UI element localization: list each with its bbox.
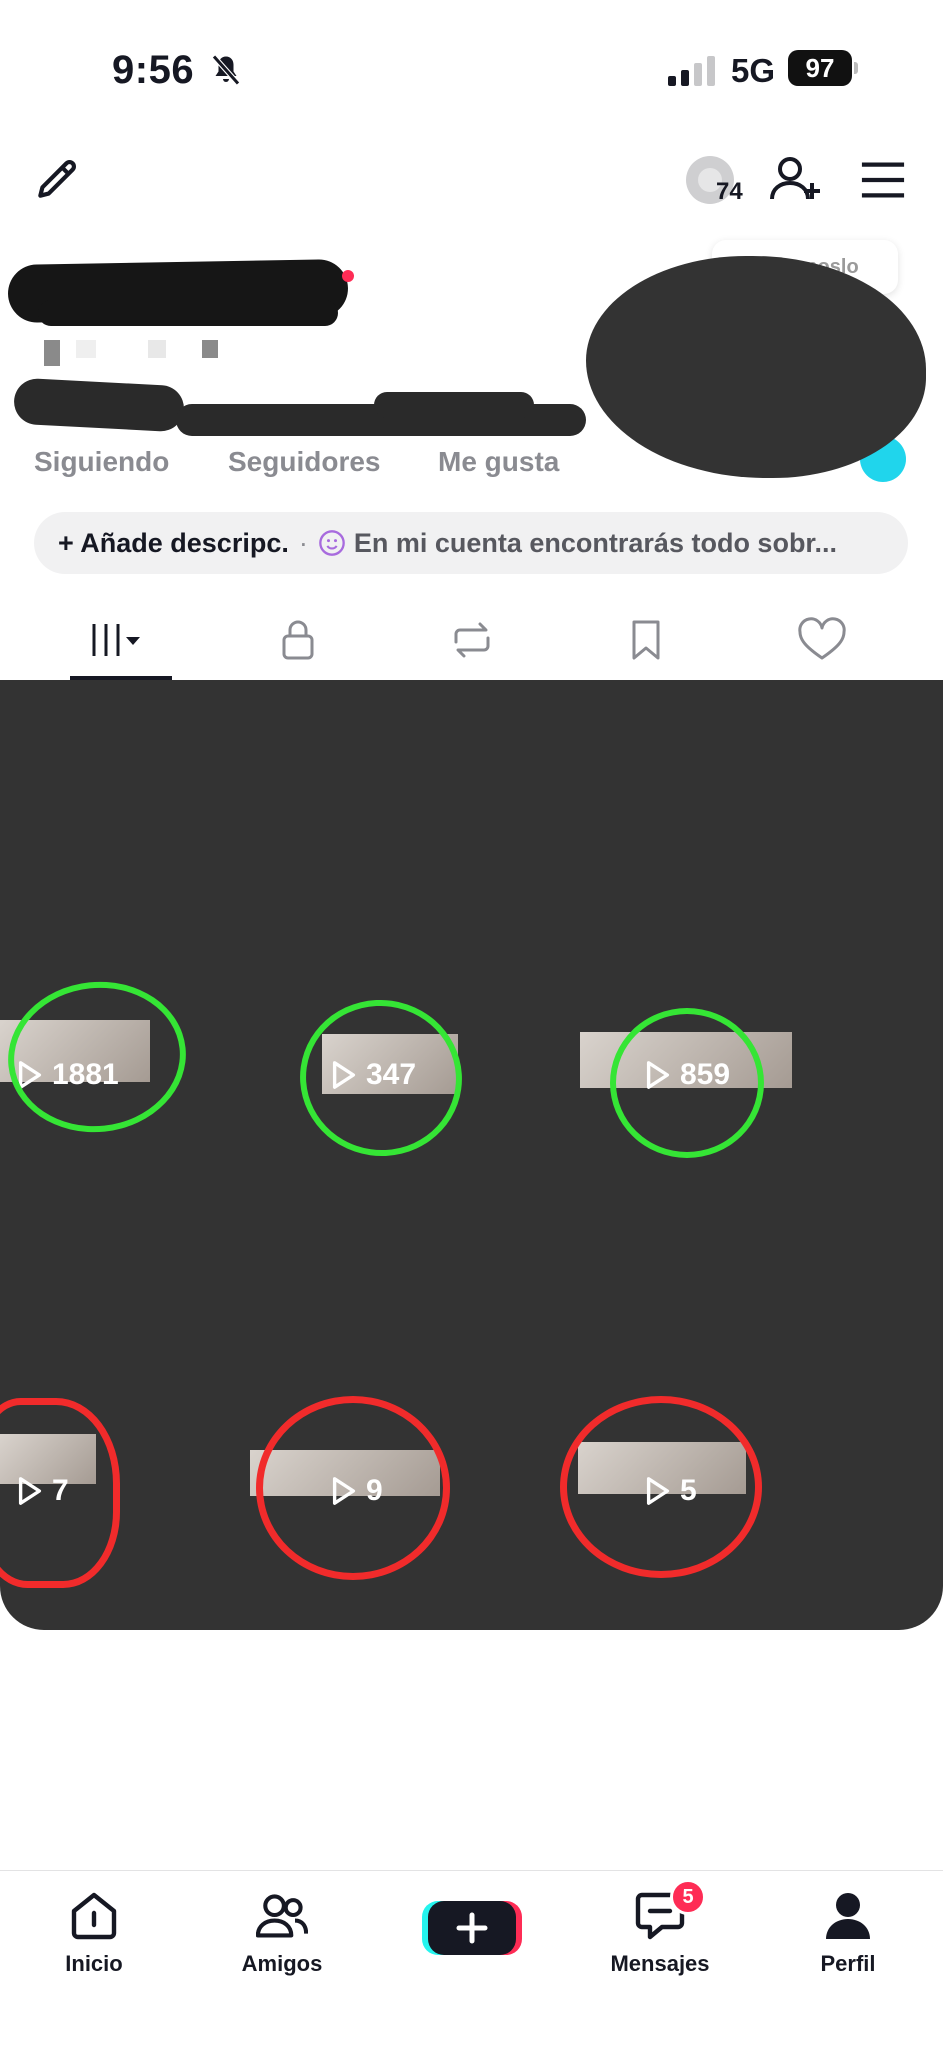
redacted-block [44,340,60,366]
network-type: 5G [731,52,776,89]
red-circle-marker [0,1398,120,1588]
nav-friends[interactable]: Amigos [212,1889,352,1977]
add-friend-button[interactable] [768,154,824,204]
bio-separator: · [298,527,308,558]
redacted-stats [12,377,186,433]
bio-bar[interactable]: + Añade descripc. · En mi cuenta encontr… [34,512,908,574]
red-circle-marker [560,1396,762,1578]
green-circle-marker [610,1008,764,1158]
status-time: 9:56 [112,48,195,92]
tab-liked-heart-icon[interactable] [792,612,852,668]
tab-private-lock-icon[interactable] [268,612,328,668]
red-circle-marker [256,1396,450,1580]
redacted-username-scribble [38,300,338,326]
nav-profile[interactable]: Perfil [778,1889,918,1977]
redacted-avatar[interactable] [586,256,926,478]
redacted-block [148,340,166,358]
video-grid: 1881 347 859 7 9 5 [0,680,943,1630]
messages-badge: 5 [670,1879,706,1915]
bell-muted-icon [212,54,240,86]
stat-likes-label[interactable]: Me gusta [438,446,559,478]
green-circle-marker [0,973,194,1141]
redacted-stats [374,392,534,418]
add-bio-button[interactable]: + Añade descripc. [58,528,289,559]
tab-repost-icon[interactable] [442,612,502,668]
stat-following-label[interactable]: Siguiendo [34,446,169,478]
nav-home[interactable]: Inicio [24,1889,164,1977]
tab-videos-grid[interactable] [88,612,148,668]
story-count: 74 [716,178,743,205]
friends-icon [256,1894,308,1938]
battery-level: 97 [788,50,852,86]
tab-bookmark-icon[interactable] [616,612,676,668]
create-plus-button[interactable] [422,1897,522,1959]
home-icon [71,1892,117,1940]
nav-home-label: Inicio [65,1951,123,1976]
nav-friends-label: Amigos [241,1951,323,1976]
edit-pencil-button[interactable] [32,154,82,204]
redacted-block [76,340,96,358]
smiley-icon [319,530,345,556]
profile-icon [826,1893,870,1939]
badge-dot [342,270,354,282]
nav-messages[interactable]: Mensajes [590,1889,730,1977]
menu-hamburger-icon[interactable] [860,160,906,200]
nav-messages-label: Mensajes [610,1951,710,1976]
green-circle-marker [289,989,473,1167]
stat-followers-label[interactable]: Seguidores [228,446,380,478]
battery-tip [854,62,858,74]
bio-text: En mi cuenta encontrarás todo sobr... [353,527,837,558]
redacted-block [202,340,218,358]
bottom-nav: Inicio Amigos Mensajes 5 Perfil [0,1870,943,2048]
signal-icon [668,56,715,86]
nav-profile-label: Perfil [820,1951,876,1976]
